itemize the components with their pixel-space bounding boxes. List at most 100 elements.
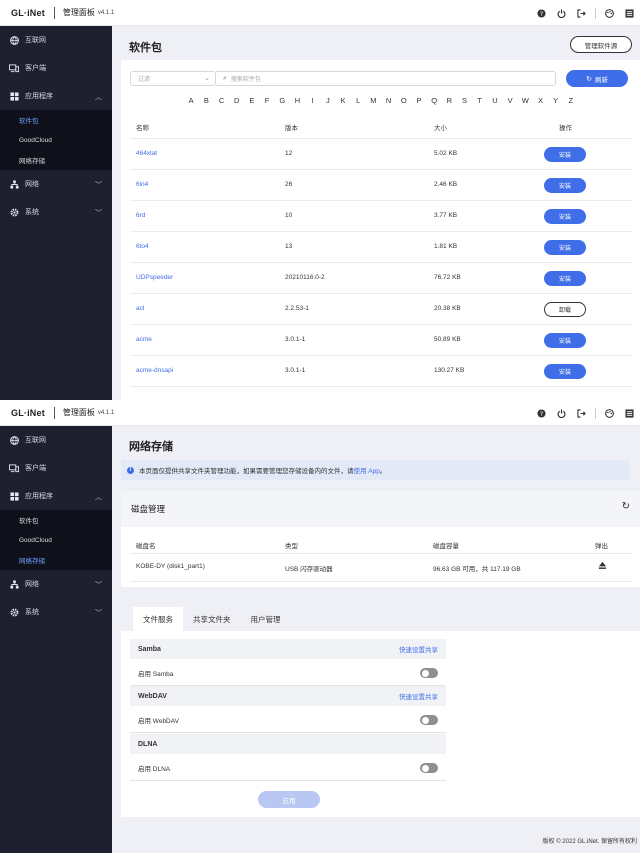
use-app-link[interactable]: 使用 App xyxy=(354,465,380,475)
tab-user-management[interactable]: 用户管理 xyxy=(241,607,291,631)
letter-filter[interactable]: A xyxy=(184,96,199,105)
sidebar-item-storage[interactable]: 网络存储 xyxy=(0,150,112,170)
help-icon[interactable]: ? xyxy=(534,6,548,20)
sidebar-item-system[interactable]: 系统 ﹀ xyxy=(0,198,112,226)
letter-filter[interactable]: G xyxy=(275,96,290,105)
refresh-icon[interactable]: ↻ xyxy=(622,501,630,512)
letter-filter[interactable]: I xyxy=(305,96,320,105)
sidebar-item-packages[interactable]: 软件包 xyxy=(0,510,112,530)
install-button[interactable]: 安装 xyxy=(544,364,586,379)
logout-icon[interactable] xyxy=(574,6,588,20)
disk-title: 磁盘管理 xyxy=(131,504,166,514)
tab-shared-folders[interactable]: 共享文件夹 xyxy=(183,607,241,631)
theme-icon[interactable] xyxy=(602,6,616,20)
sidebar-item-goodcloud[interactable]: GoodCloud xyxy=(0,130,112,150)
divider xyxy=(595,7,596,19)
sidebar-item-system[interactable]: 系统 ﹀ xyxy=(0,598,112,626)
install-button[interactable]: 安装 xyxy=(544,209,586,224)
package-name[interactable]: UDPspeeder xyxy=(136,274,173,281)
column-eject: 弹出 xyxy=(595,543,608,550)
samba-enable-row: 启用 Samba xyxy=(130,660,446,686)
sidebar-item-label: 应用程序 xyxy=(25,493,53,500)
letter-filter[interactable]: S xyxy=(457,96,472,105)
refresh-icon: ↻ xyxy=(586,75,592,83)
letter-filter[interactable]: Z xyxy=(563,96,578,105)
table-row: 464xlat 12 5.02 KB 安装 xyxy=(130,139,632,170)
refresh-button[interactable]: ↻ 刷新 xyxy=(566,70,628,87)
brand-logo[interactable]: GL·iNet xyxy=(11,8,45,18)
eject-icon[interactable] xyxy=(598,561,607,572)
menu-icon[interactable] xyxy=(622,406,636,420)
letter-filter[interactable]: Y xyxy=(548,96,563,105)
package-size: 1.81 KB xyxy=(434,243,458,250)
package-name[interactable]: 6in4 xyxy=(136,181,148,188)
brand-logo[interactable]: GL·iNet xyxy=(11,408,45,418)
install-button[interactable]: 安装 xyxy=(544,271,586,286)
sidebar-item-internet[interactable]: 互联网 xyxy=(0,426,112,454)
letter-filter[interactable]: Q xyxy=(427,96,442,105)
letter-filter[interactable]: M xyxy=(366,96,381,105)
letter-filter[interactable]: T xyxy=(472,96,487,105)
letter-filter[interactable]: U xyxy=(487,96,502,105)
sidebar-item-packages[interactable]: 软件包 xyxy=(0,110,112,130)
letter-filter[interactable]: E xyxy=(244,96,259,105)
package-size: 50.89 KB xyxy=(434,336,461,343)
svg-text:?: ? xyxy=(539,10,542,17)
gear-icon xyxy=(9,207,19,217)
letter-filter[interactable]: P xyxy=(411,96,426,105)
power-icon[interactable] xyxy=(554,406,568,420)
letter-filter[interactable]: X xyxy=(533,96,548,105)
uninstall-button[interactable]: 卸载 xyxy=(544,302,586,317)
install-button[interactable]: 安装 xyxy=(544,147,586,162)
apply-button[interactable]: 应用 xyxy=(258,791,320,808)
letter-filter[interactable]: J xyxy=(320,96,335,105)
column-version: 版本 xyxy=(285,125,298,132)
package-name[interactable]: 464xlat xyxy=(136,150,157,157)
letter-filter[interactable]: L xyxy=(351,96,366,105)
letter-filter[interactable]: F xyxy=(260,96,275,105)
samba-toggle[interactable] xyxy=(420,668,438,678)
letter-filter[interactable]: B xyxy=(199,96,214,105)
package-name[interactable]: acl xyxy=(136,305,144,312)
letter-filter[interactable]: H xyxy=(290,96,305,105)
sidebar-item-clients[interactable]: 客户端 xyxy=(0,54,112,82)
letter-filter[interactable]: D xyxy=(229,96,244,105)
filter-select[interactable]: 过滤 ⌄ xyxy=(130,71,216,86)
sidebar-item-storage[interactable]: 网络存储 xyxy=(0,550,112,570)
webdav-quick-setup-link[interactable]: 快速设置共享 xyxy=(399,691,438,701)
tab-file-services[interactable]: 文件服务 xyxy=(133,607,183,631)
theme-icon[interactable] xyxy=(602,406,616,420)
menu-icon[interactable] xyxy=(622,6,636,20)
power-icon[interactable] xyxy=(554,6,568,20)
webdav-toggle[interactable] xyxy=(420,715,438,725)
manage-sources-button[interactable]: 管理软件源 xyxy=(570,36,632,53)
install-button[interactable]: 安装 xyxy=(544,178,586,193)
letter-filter[interactable]: C xyxy=(214,96,229,105)
devices-icon xyxy=(9,463,19,473)
letter-filter[interactable]: O xyxy=(396,96,411,105)
package-name[interactable]: acme xyxy=(136,336,152,343)
letter-filter[interactable]: R xyxy=(442,96,457,105)
sidebar-item-applications[interactable]: 应用程序 ︿ xyxy=(0,82,112,110)
letter-filter[interactable]: K xyxy=(335,96,350,105)
install-button[interactable]: 安装 xyxy=(544,240,586,255)
packages-table: 464xlat 12 5.02 KB 安装 6in4 26 2.46 KB 安装 6rd 10 3.… xyxy=(130,139,632,400)
package-name[interactable]: acme-dnsapi xyxy=(136,367,173,374)
dlna-toggle[interactable] xyxy=(420,763,438,773)
sidebar-item-goodcloud[interactable]: GoodCloud xyxy=(0,530,112,550)
sidebar-item-internet[interactable]: 互联网 xyxy=(0,26,112,54)
sidebar-item-applications[interactable]: 应用程序 ︿ xyxy=(0,482,112,510)
letter-filter[interactable]: N xyxy=(381,96,396,105)
package-name[interactable]: 6rd xyxy=(136,212,145,219)
sidebar-item-network[interactable]: 网络 ﹀ xyxy=(0,570,112,598)
letter-filter[interactable]: V xyxy=(503,96,518,105)
samba-quick-setup-link[interactable]: 快速设置共享 xyxy=(399,644,438,654)
search-input[interactable]: ⌕ 搜索软件包 xyxy=(216,71,556,86)
logout-icon[interactable] xyxy=(574,406,588,420)
help-icon[interactable]: ? xyxy=(534,406,548,420)
package-name[interactable]: 6to4 xyxy=(136,243,149,250)
sidebar-item-network[interactable]: 网络 ﹀ xyxy=(0,170,112,198)
sidebar-item-clients[interactable]: 客户端 xyxy=(0,454,112,482)
install-button[interactable]: 安装 xyxy=(544,333,586,348)
letter-filter[interactable]: W xyxy=(518,96,533,105)
